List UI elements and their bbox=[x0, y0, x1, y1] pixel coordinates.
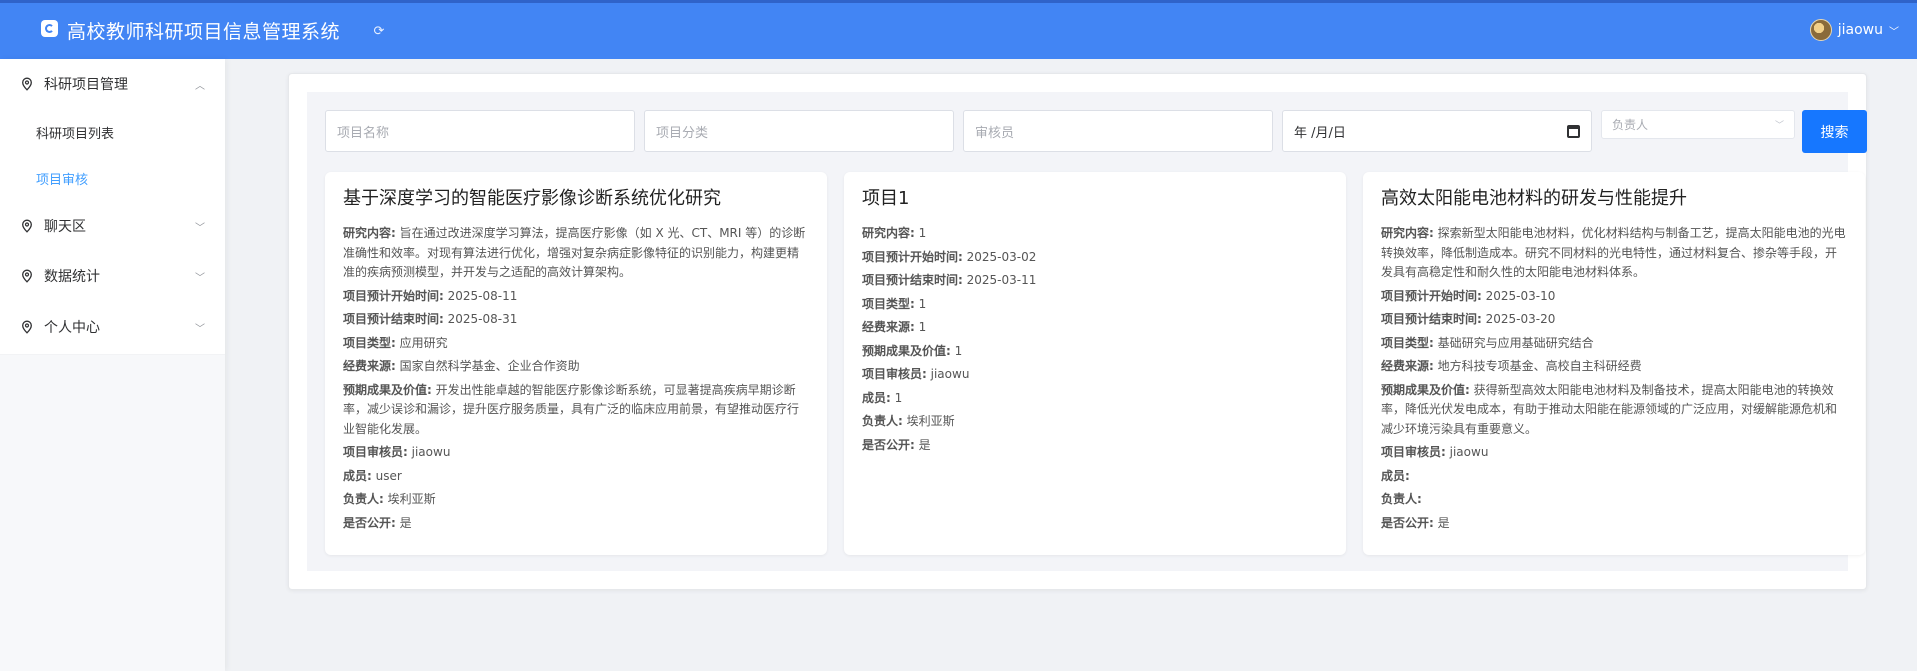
project-outcome: 预期成果及价值: 获得新型高效太阳能电池材料及制备技术，提高太阳能电池的转换效率… bbox=[1381, 382, 1838, 436]
avatar[interactable] bbox=[1809, 19, 1832, 41]
reviewer-placeholder: 审核员 bbox=[975, 125, 1015, 141]
project-start: 项目预计开始时间: 2025-08-11 bbox=[343, 288, 518, 303]
leader-placeholder: 负责人 bbox=[1612, 118, 1649, 132]
project-content: 研究内容: 旨在通过改进深度学习算法，提高医疗影像（如 X 光、CT、MRI 等… bbox=[343, 226, 806, 279]
sidebar-group-label: 个人中心 bbox=[44, 320, 100, 336]
project-title: 高效太阳能电池材料的研发与性能提升 bbox=[1381, 188, 1687, 209]
project-end: 项目预计结束时间: 2025-03-20 bbox=[1381, 312, 1556, 326]
reviewer-input[interactable]: 审核员 bbox=[963, 110, 1273, 152]
chevron-down-icon: ﹀ bbox=[195, 272, 205, 284]
chevron-down-icon: ﹀ bbox=[195, 323, 205, 335]
project-title: 基于深度学习的智能医疗影像诊断系统优化研究 bbox=[343, 188, 721, 209]
chevron-down-icon[interactable]: ﹀ bbox=[1889, 23, 1899, 38]
refresh-icon[interactable]: ⟳ bbox=[372, 25, 386, 39]
project-type: 项目类型: 基础研究与应用基础研究结合 bbox=[1381, 335, 1594, 350]
sidebar-group-label: 科研项目管理 bbox=[44, 77, 128, 93]
sidebar-item-project-list[interactable]: 科研项目列表 bbox=[0, 109, 225, 155]
project-fund: 经费来源: 国家自然科学基金、企业合作资助 bbox=[343, 359, 580, 373]
project-category-placeholder: 项目分类 bbox=[656, 125, 709, 141]
project-title: 项目1 bbox=[862, 188, 910, 209]
project-card[interactable]: 项目1 研究内容: 1 项目预计开始时间: 2025-03-02 项目预计结束时… bbox=[844, 172, 1346, 555]
project-card[interactable]: 基于深度学习的智能医疗影像诊断系统优化研究 研究内容: 旨在通过改进深度学习算法… bbox=[325, 172, 827, 555]
date-value: 年 /月/日 bbox=[1294, 125, 1346, 141]
sidebar-group-chat[interactable]: 聊天区 ﹀ bbox=[0, 201, 225, 251]
project-leader: 负责人: 埃利亚斯 bbox=[862, 414, 955, 428]
project-content: 研究内容: 探索新型太阳能电池材料，优化材料结构与制备工艺，提高太阳能电池的光电… bbox=[1381, 226, 1846, 279]
location-pin-icon bbox=[22, 219, 32, 233]
search-button[interactable]: 搜索 bbox=[1802, 110, 1867, 153]
project-reviewer: 项目审核员: jiaowu bbox=[1381, 445, 1489, 459]
project-name-placeholder: 项目名称 bbox=[337, 125, 390, 141]
content-area: 项目名称 项目分类 审核员 年 /月/日 负责人 ﹀ 搜索 基于深度学习的智能医… bbox=[307, 92, 1867, 571]
top-bar: 高校教师科研项目信息管理系统 ⟳ jiaowu ﹀ bbox=[0, 0, 1917, 59]
sidebar-empty-area bbox=[0, 354, 225, 671]
sidebar-item-label: 项目审核 bbox=[36, 172, 89, 188]
sidebar-item-project-review[interactable]: 项目审核 bbox=[0, 155, 225, 201]
sidebar-group-label: 聊天区 bbox=[44, 219, 86, 235]
project-reviewer: 项目审核员: jiaowu bbox=[343, 445, 451, 459]
project-public: 是否公开: 是 bbox=[862, 437, 931, 452]
sidebar-group-project-management[interactable]: 科研项目管理 ︿ bbox=[0, 59, 225, 109]
project-public: 是否公开: 是 bbox=[1381, 515, 1450, 530]
project-members: 成员: bbox=[1381, 468, 1410, 483]
project-reviewer: 项目审核员: jiaowu bbox=[862, 367, 970, 381]
project-start: 项目预计开始时间: 2025-03-10 bbox=[1381, 288, 1556, 303]
chevron-down-icon: ﹀ bbox=[195, 222, 205, 234]
project-end: 项目预计结束时间: 2025-08-31 bbox=[343, 312, 518, 326]
username[interactable]: jiaowu bbox=[1838, 22, 1883, 38]
project-category-input[interactable]: 项目分类 bbox=[644, 110, 954, 152]
sidebar-group-label: 数据统计 bbox=[44, 269, 100, 285]
project-type: 项目类型: 1 bbox=[862, 296, 927, 311]
user-menu[interactable]: jiaowu ﹀ bbox=[1809, 19, 1899, 41]
calendar-icon[interactable] bbox=[1567, 124, 1580, 138]
project-leader: 负责人: bbox=[1381, 492, 1422, 506]
project-members: 成员: user bbox=[343, 468, 402, 483]
location-pin-icon bbox=[22, 320, 32, 334]
project-name-input[interactable]: 项目名称 bbox=[325, 110, 635, 152]
logo-icon bbox=[41, 20, 58, 37]
location-pin-icon bbox=[22, 77, 32, 91]
project-end: 项目预计结束时间: 2025-03-11 bbox=[862, 273, 1037, 287]
leader-select[interactable]: 负责人 ﹀ bbox=[1601, 110, 1795, 139]
sidebar-group-statistics[interactable]: 数据统计 ﹀ bbox=[0, 251, 225, 301]
date-input[interactable]: 年 /月/日 bbox=[1282, 110, 1592, 152]
main-panel: 项目名称 项目分类 审核员 年 /月/日 负责人 ﹀ 搜索 基于深度学习的智能医… bbox=[288, 73, 1867, 590]
project-fund: 经费来源: 1 bbox=[862, 320, 927, 334]
sidebar-group-personal-center[interactable]: 个人中心 ﹀ bbox=[0, 302, 225, 352]
chevron-down-icon: ﹀ bbox=[1774, 121, 1784, 131]
project-start: 项目预计开始时间: 2025-03-02 bbox=[862, 249, 1037, 264]
project-public: 是否公开: 是 bbox=[343, 515, 412, 530]
project-leader: 负责人: 埃利亚斯 bbox=[343, 492, 436, 506]
project-card[interactable]: 高效太阳能电池材料的研发与性能提升 研究内容: 探索新型太阳能电池材料，优化材料… bbox=[1363, 172, 1865, 555]
project-fund: 经费来源: 地方科技专项基金、高校自主科研经费 bbox=[1381, 359, 1642, 373]
project-outcome: 预期成果及价值: 开发出性能卓越的智能医疗影像诊断系统，可显著提高疾病早期诊断率… bbox=[343, 382, 800, 436]
sidebar: 科研项目管理 ︿ 科研项目列表 项目审核 聊天区 ﹀ 数据统计 ﹀ 个人中心 ﹀ bbox=[0, 59, 225, 671]
sidebar-item-label: 科研项目列表 bbox=[36, 126, 115, 142]
project-members: 成员: 1 bbox=[862, 390, 903, 405]
project-type: 项目类型: 应用研究 bbox=[343, 335, 448, 350]
app-title: 高校教师科研项目信息管理系统 bbox=[67, 21, 341, 43]
project-outcome: 预期成果及价值: 1 bbox=[862, 343, 963, 358]
location-pin-icon bbox=[22, 269, 32, 283]
project-content: 研究内容: 1 bbox=[862, 226, 927, 240]
chevron-up-icon: ︿ bbox=[195, 80, 205, 92]
